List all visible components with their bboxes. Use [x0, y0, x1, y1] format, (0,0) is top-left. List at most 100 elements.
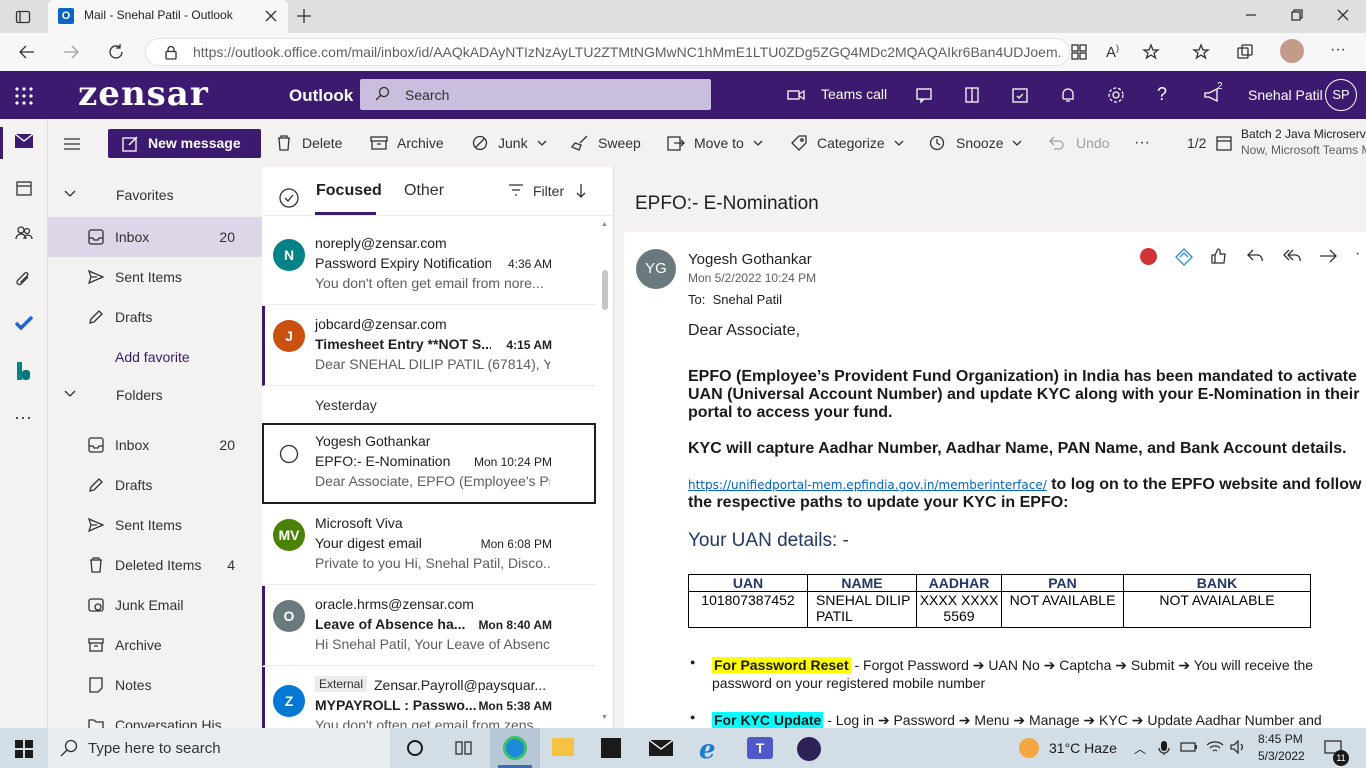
tab-other[interactable]: Other — [404, 182, 444, 200]
teams-icon[interactable]: T — [747, 737, 773, 759]
sort-arrow-icon[interactable] — [576, 183, 586, 199]
message-item[interactable]: N noreply@zensar.com Password Expiry Not… — [262, 225, 596, 305]
folder-drafts[interactable]: Drafts — [48, 465, 262, 505]
recipient-name[interactable]: Snehal Patil — [713, 292, 782, 307]
people-icon[interactable] — [15, 224, 33, 242]
todo-icon[interactable] — [14, 315, 34, 331]
user-avatar[interactable]: SP — [1325, 79, 1357, 111]
file-explorer-icon[interactable] — [552, 738, 574, 756]
categorize-button[interactable]: Categorize — [791, 119, 904, 167]
favorite-drafts[interactable]: Drafts — [48, 297, 262, 337]
scroll-up-icon[interactable]: ▲ — [601, 221, 608, 228]
scroll-down-icon[interactable]: ▼ — [601, 714, 608, 721]
reply-all-icon[interactable] — [1282, 247, 1302, 265]
restore-icon[interactable] — [1290, 8, 1304, 22]
viva-insights-icon[interactable] — [1175, 248, 1193, 266]
profile-avatar[interactable] — [1280, 39, 1304, 63]
reminder-title[interactable]: Batch 2 Java Microserv — [1241, 127, 1366, 141]
cortana-icon[interactable] — [406, 739, 424, 757]
sender-name[interactable]: Yogesh Gothankar — [688, 251, 812, 268]
lock-icon[interactable] — [164, 45, 178, 60]
back-icon[interactable] — [18, 43, 36, 61]
store-icon[interactable] — [601, 738, 621, 758]
close-tab-icon[interactable] — [264, 9, 278, 23]
browser-menu-icon[interactable]: ··· — [1330, 41, 1346, 59]
app-launcher-icon[interactable] — [15, 87, 33, 105]
bell-icon[interactable] — [1059, 86, 1077, 104]
minimize-icon[interactable] — [1244, 8, 1258, 22]
folder-deleted-items[interactable]: Deleted Items 4 — [48, 545, 262, 585]
message-item[interactable]: Z External Zensar.Payroll@paysquar... MY… — [262, 667, 596, 728]
filter-button[interactable]: Filter — [533, 183, 564, 199]
reply-icon[interactable] — [1246, 247, 1264, 265]
bookings-icon[interactable] — [16, 361, 32, 381]
help-icon[interactable]: ? — [1157, 84, 1167, 105]
video-call-icon[interactable] — [787, 87, 805, 103]
more-options-icon[interactable]: · — [1355, 245, 1360, 263]
folder-junk-email[interactable]: Junk Email — [48, 585, 262, 625]
favorites-icon[interactable] — [1192, 43, 1210, 61]
my-day-icon[interactable] — [1011, 86, 1029, 104]
folders-header[interactable]: Folders — [48, 375, 262, 415]
message-item[interactable]: J jobcard@zensar.com Timesheet Entry **N… — [262, 306, 596, 386]
collections-icon[interactable] — [1236, 43, 1254, 61]
favorites-header[interactable]: Favorites — [48, 175, 262, 215]
internet-explorer-icon[interactable]: e — [699, 735, 716, 765]
junk-button[interactable]: Junk — [472, 119, 547, 167]
folder-notes[interactable]: Notes — [48, 665, 262, 705]
apps-icon[interactable] — [1070, 43, 1088, 61]
tab-actions-icon[interactable] — [15, 9, 31, 25]
url-field[interactable]: https://outlook.office.com/mail/inbox/id… — [145, 38, 1070, 66]
hamburger-icon[interactable] — [64, 137, 80, 151]
edge-taskbar-active[interactable] — [490, 728, 540, 768]
search-input[interactable]: Search — [360, 79, 711, 110]
forward-icon[interactable] — [62, 43, 80, 61]
like-icon[interactable] — [1210, 247, 1228, 265]
list-scrollbar-thumb[interactable] — [602, 270, 608, 310]
volume-icon[interactable] — [1230, 740, 1248, 754]
new-tab-icon[interactable] — [296, 8, 312, 24]
add-favorite-link[interactable]: Add favorite — [115, 349, 190, 365]
microphone-icon[interactable] — [1158, 740, 1170, 756]
folder-inbox[interactable]: Inbox 20 — [48, 425, 262, 465]
message-item[interactable]: MV Microsoft Viva Your digest email Mon … — [262, 505, 596, 585]
settings-gear-icon[interactable] — [1107, 86, 1125, 104]
browser-tab[interactable]: O Mail - Snehal Patil - Outlook — [48, 0, 288, 33]
wifi-icon[interactable] — [1206, 740, 1224, 754]
tab-focused[interactable]: Focused — [316, 182, 382, 200]
brand-logo[interactable]: zensar — [78, 74, 209, 114]
user-name[interactable]: Snehal Patil — [1248, 87, 1323, 103]
teams-call-label[interactable]: Teams call — [821, 86, 887, 102]
close-window-icon[interactable] — [1336, 8, 1350, 22]
filter-icon[interactable] — [508, 183, 524, 197]
snooze-button[interactable]: Snooze — [929, 119, 1022, 167]
taskbar-search-box[interactable]: Type here to search — [48, 728, 390, 768]
weather-text[interactable]: 31°C Haze — [1049, 740, 1117, 756]
favorite-inbox[interactable]: Inbox 20 — [48, 217, 262, 257]
archive-button[interactable]: Archive — [370, 119, 444, 167]
delete-button[interactable]: Delete — [276, 119, 342, 167]
clock-time[interactable]: 8:45 PM — [1258, 732, 1303, 746]
forward-icon[interactable] — [1318, 247, 1338, 265]
message-item-selected[interactable]: Yogesh Gothankar EPFO:- E-Nomination Mon… — [262, 423, 596, 504]
chat-icon[interactable] — [915, 86, 933, 104]
favorite-sent-items[interactable]: Sent Items — [48, 257, 262, 297]
undo-button[interactable]: Undo — [1048, 119, 1109, 167]
sweep-button[interactable]: Sweep — [571, 119, 641, 167]
read-aloud-icon[interactable]: A) — [1106, 43, 1119, 61]
attachment-icon[interactable] — [15, 271, 33, 289]
sender-avatar[interactable]: YG — [636, 249, 676, 289]
app-name[interactable]: Outlook — [289, 86, 353, 106]
message-item[interactable]: O oracle.hrms@zensar.com Leave of Absenc… — [262, 586, 596, 666]
select-circle-icon[interactable] — [279, 444, 299, 464]
eclipse-icon[interactable] — [797, 737, 821, 761]
message-scroll-area[interactable]: N noreply@zensar.com Password Expiry Not… — [262, 225, 614, 728]
more-actions-button[interactable]: ··· — [1134, 119, 1150, 167]
office-icon[interactable] — [963, 86, 981, 104]
move-to-button[interactable]: Move to — [667, 119, 763, 167]
new-message-button[interactable]: New message — [108, 129, 261, 158]
select-all-checkbox[interactable] — [279, 188, 299, 208]
folder-conversation-history[interactable]: Conversation His — [48, 705, 262, 728]
more-apps-icon[interactable]: ··· — [14, 407, 32, 428]
mail-app-icon[interactable] — [649, 740, 673, 756]
